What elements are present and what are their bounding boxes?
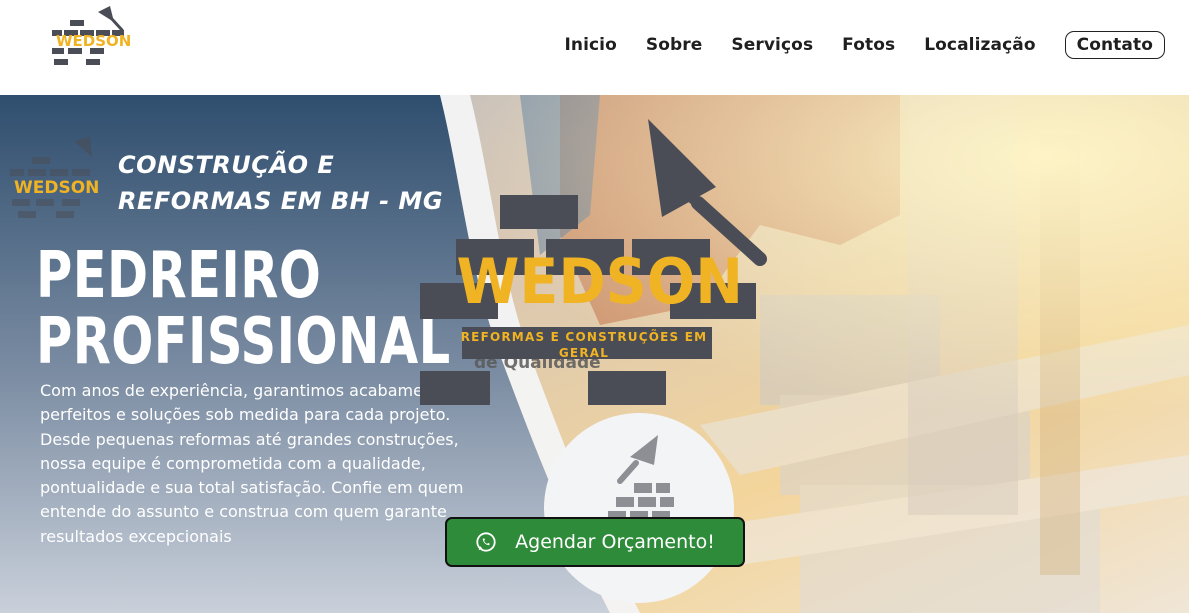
hero-section: WEDSON CONSTRUÇÃO E REFORMAS EM BH - MG … xyxy=(0,95,1189,613)
headline-line-1: PEDREIRO xyxy=(36,239,322,313)
hero-headline: PEDREIRO PROFISSIONAL xyxy=(36,239,451,379)
hero-mini-logo: WEDSON xyxy=(10,137,99,218)
nav-localizacao[interactable]: Localização xyxy=(924,35,1035,55)
headline-line-2: PROFISSIONAL xyxy=(36,305,451,379)
hero-mini-logo-text: WEDSON xyxy=(14,178,99,198)
nav-inicio[interactable]: Inicio xyxy=(564,35,616,55)
hero-description: Com anos de experiência, garantimos acab… xyxy=(40,381,464,546)
nav-servicos[interactable]: Serviços xyxy=(731,35,813,55)
big-logo-subtitle-2: GERAL xyxy=(559,346,609,360)
schedule-quote-label: Agendar Orçamento! xyxy=(515,531,715,553)
brick-wall-icon xyxy=(544,413,734,603)
trowel-icon xyxy=(648,119,767,266)
brand-logo[interactable]: WEDSON xyxy=(48,4,130,70)
hero-brand-logo: WEDSON REFORMAS E CONSTRUÇÕES EM GERAL xyxy=(420,119,767,405)
nav-contato-button[interactable]: Contato xyxy=(1064,31,1165,59)
site-header: WEDSON Inicio Sobre Serviços Fotos Local… xyxy=(0,0,1189,95)
schedule-quote-button[interactable]: Agendar Orçamento! xyxy=(445,517,745,567)
brick xyxy=(420,371,490,405)
brick xyxy=(588,371,666,405)
whatsapp-icon xyxy=(476,532,496,552)
logo-text: WEDSON xyxy=(56,32,130,50)
big-logo-subtitle-1: REFORMAS E CONSTRUÇÕES EM xyxy=(461,329,708,344)
nav-fotos[interactable]: Fotos xyxy=(842,35,895,55)
big-logo-title: WEDSON xyxy=(456,247,743,319)
main-nav: Inicio Sobre Serviços Fotos Localização … xyxy=(535,31,1165,59)
nav-sobre[interactable]: Sobre xyxy=(646,35,703,55)
brick xyxy=(500,195,578,229)
